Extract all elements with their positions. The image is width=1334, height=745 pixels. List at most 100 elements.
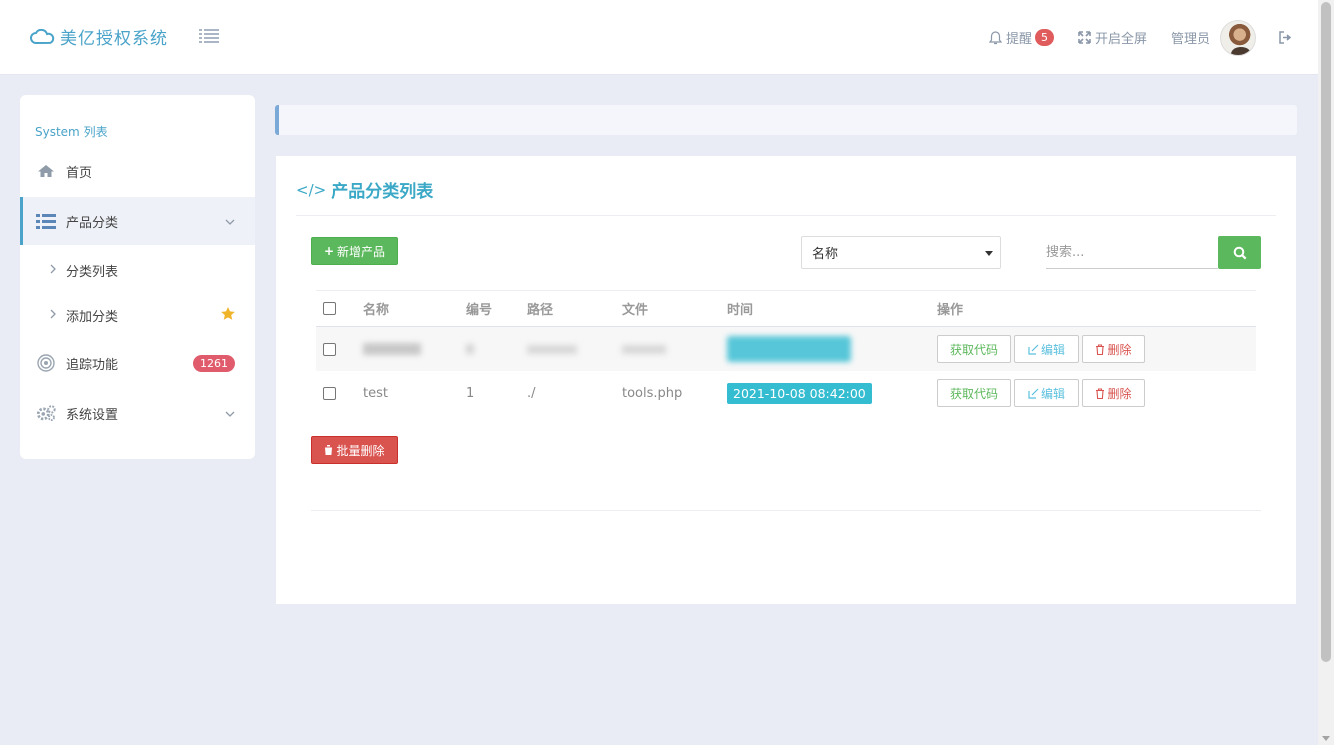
table-row: 获取代码 编辑 删除 (316, 327, 1256, 371)
list-icon (36, 213, 56, 229)
search-icon (1233, 246, 1246, 259)
notifications-button[interactable]: 提醒 5 (988, 28, 1054, 47)
sidebar: System 列表 首页 产品分类 分类列表 添加分类 追踪功能 1261 系统… (20, 95, 255, 459)
row-file: tools.php (622, 385, 683, 401)
breadcrumb (275, 105, 1297, 135)
tracking-count-badge: 1261 (193, 354, 235, 372)
row-checkbox[interactable] (323, 342, 336, 356)
add-product-label: 新增产品 (337, 244, 386, 259)
edit-label: 编辑 (1040, 342, 1065, 357)
column-header-actions: 操作 (937, 303, 964, 318)
edit-icon (1028, 344, 1039, 355)
top-bar: 美亿授权系统 提醒 5 开启全屏 管理员 (0, 0, 1318, 75)
notifications-count: 5 (1034, 29, 1054, 46)
row-checkbox[interactable] (323, 386, 336, 400)
expand-icon (1078, 31, 1091, 44)
sidebar-item-label: 首页 (66, 165, 93, 181)
divider (311, 510, 1261, 511)
edit-button[interactable]: 编辑 (1014, 379, 1079, 407)
row-path-redacted (527, 327, 577, 371)
sidebar-item-system-settings[interactable]: 系统设置 (20, 389, 255, 437)
sidebar-item-label: 系统设置 (66, 407, 119, 423)
column-header-path[interactable]: 路径 (527, 291, 553, 326)
column-header-name[interactable]: 名称 (363, 291, 389, 326)
app-logo[interactable]: 美亿授权系统 (30, 24, 168, 49)
delete-label: 删除 (1107, 342, 1132, 357)
main-panel: </> 产品分类列表 + 新增产品 名称 名称 编号 路径 文件 时间 操作 (276, 156, 1296, 604)
column-header-file[interactable]: 文件 (622, 291, 648, 326)
scrollbar-thumb[interactable] (1321, 2, 1331, 662)
trash-icon (324, 445, 334, 455)
trash-icon (1096, 343, 1105, 355)
fullscreen-button[interactable]: 开启全屏 (1078, 28, 1147, 47)
chevron-down-icon (225, 214, 235, 229)
get-code-button[interactable]: 获取代码 (937, 335, 1011, 363)
search-button[interactable] (1218, 236, 1261, 269)
logout-icon[interactable] (1278, 31, 1296, 44)
sidebar-item-product-category[interactable]: 产品分类 (20, 197, 255, 245)
column-header-id[interactable]: 编号 (466, 291, 492, 326)
row-name-redacted (363, 327, 421, 371)
sidebar-item-home[interactable]: 首页 (20, 147, 255, 195)
sidebar-subitem-add-category[interactable]: 添加分类 (20, 293, 255, 337)
page-title: </> 产品分类列表 (296, 177, 434, 203)
bulk-delete-label: 批量删除 (336, 443, 385, 458)
edit-icon (1028, 388, 1039, 399)
delete-label: 删除 (1107, 386, 1132, 401)
user-name: 管理员 (1170, 32, 1210, 47)
scroll-down-arrow[interactable] (1322, 736, 1330, 741)
edit-label: 编辑 (1040, 386, 1065, 401)
gears-icon (36, 404, 56, 422)
table-header: 名称 编号 路径 文件 时间 操作 (316, 290, 1256, 327)
table-row: test 1 ./ tools.php 2021-10-08 08:42:00 … (316, 371, 1256, 415)
trash-icon (1096, 387, 1105, 399)
column-header-time[interactable]: 时间 (727, 291, 753, 326)
add-product-button[interactable]: + 新增产品 (311, 237, 398, 265)
chevron-right-icon (50, 308, 56, 323)
caret-down-icon (985, 251, 993, 256)
row-time-redacted (727, 327, 851, 371)
row-actions: 获取代码 编辑 删除 (937, 371, 1148, 415)
home-icon (36, 164, 56, 178)
delete-button[interactable]: 删除 (1082, 335, 1145, 363)
row-id-redacted (466, 327, 474, 371)
sidebar-subitem-category-list[interactable]: 分类列表 (20, 248, 255, 292)
bulk-delete-button[interactable]: 批量删除 (311, 436, 398, 464)
search-field-select[interactable]: 名称 (801, 236, 1001, 269)
plus-icon: + (323, 244, 335, 258)
search-input[interactable] (1046, 236, 1218, 269)
row-time-cell: 2021-10-08 08:42:00 (727, 371, 872, 415)
bell-icon (988, 30, 1002, 44)
row-path: ./ (527, 385, 536, 401)
code-icon: </> (296, 180, 327, 199)
row-name: test (363, 385, 388, 401)
page-scrollbar[interactable] (1318, 0, 1334, 745)
cloud-icon (30, 28, 55, 44)
edit-button[interactable]: 编辑 (1014, 335, 1079, 363)
user-menu[interactable]: 管理员 (1170, 19, 1256, 56)
sidebar-item-label: 产品分类 (66, 215, 119, 231)
page-title-text: 产品分类列表 (331, 182, 434, 202)
target-icon (36, 354, 56, 372)
select-all-checkbox[interactable] (323, 302, 336, 315)
delete-button[interactable]: 删除 (1082, 379, 1145, 407)
sidebar-item-tracking[interactable]: 追踪功能 1261 (20, 339, 255, 387)
star-icon (221, 306, 235, 324)
sidebar-item-label: 追踪功能 (66, 357, 119, 373)
get-code-button[interactable]: 获取代码 (937, 379, 1011, 407)
notifications-label: 提醒 (1005, 32, 1032, 47)
row-time: 2021-10-08 08:42:00 (727, 382, 872, 404)
sidebar-title: System 列表 (35, 125, 108, 139)
chevron-right-icon (50, 263, 56, 278)
sidebar-item-label: 分类列表 (66, 264, 119, 280)
row-actions: 获取代码 编辑 删除 (937, 327, 1148, 371)
fullscreen-label: 开启全屏 (1094, 32, 1147, 47)
menu-toggle-icon[interactable] (199, 28, 219, 48)
logo-text: 美亿授权系统 (60, 29, 168, 49)
sidebar-item-label: 添加分类 (66, 309, 119, 325)
chevron-down-icon (225, 406, 235, 421)
row-id: 1 (466, 385, 475, 401)
row-file-redacted (622, 327, 666, 371)
avatar[interactable] (1220, 19, 1256, 56)
select-value: 名称 (812, 247, 839, 262)
